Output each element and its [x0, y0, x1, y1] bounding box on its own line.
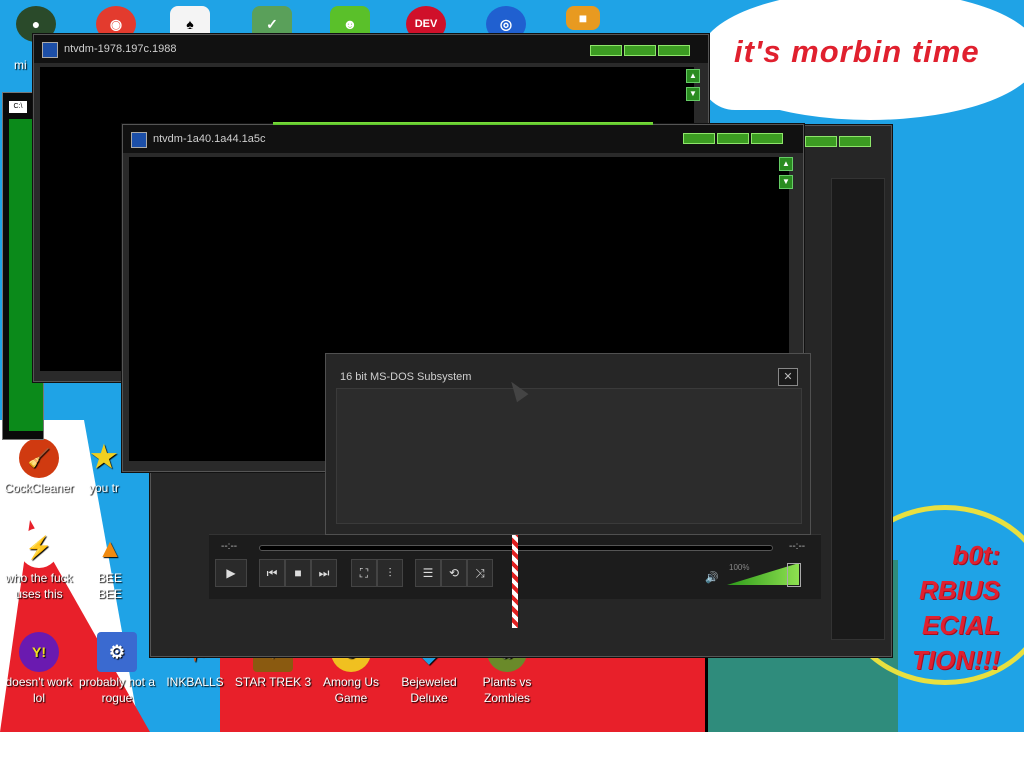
fullscreen-icon: ⛶ [359, 565, 369, 580]
volume-percent: 100% [729, 563, 750, 572]
gear-glyph: ⚙ [108, 642, 126, 662]
inkballs-label: INKBALLS [166, 675, 224, 689]
maximize-button[interactable] [624, 45, 656, 56]
playlist-button[interactable]: ☰ [415, 559, 441, 587]
solitaire-glyph: ♠ [186, 16, 194, 32]
repeat-icon: ⟲ [448, 566, 460, 580]
cockcleaner-label: CockCleaner [4, 481, 74, 495]
player-maximize-button[interactable] [805, 136, 837, 147]
scroll-down-button-front[interactable]: ▼ [779, 175, 793, 189]
chrome-glyph: ◉ [109, 15, 123, 32]
lightning-glyph: ⚡ [25, 535, 53, 560]
window-controls [590, 45, 690, 56]
speaker-icon[interactable]: 🔊 [705, 571, 719, 584]
desktop-icon-doesnt-work[interactable]: Y! doesn't work lol [0, 632, 78, 706]
vlc-glyph: ▲ [97, 533, 123, 563]
star-trek-label: STAR TREK 3 [234, 675, 312, 689]
previous-icon: ⏮ [266, 565, 278, 580]
yahoo-messenger-icon: Y! [19, 632, 59, 672]
star-icon: ★ [84, 438, 124, 478]
among-us-label: Among Us Game [322, 675, 380, 705]
window-title: ntvdm-1978.197c.1988 [64, 43, 177, 55]
minimize-button[interactable] [590, 45, 622, 56]
angry-birds-glyph: ☻ [342, 16, 358, 32]
equalizer-icon: ⫶ [388, 565, 392, 580]
close-icon: ✕ [783, 371, 793, 383]
console-icon: C:\ [9, 101, 27, 113]
mi-glyph: ● [31, 16, 41, 32]
lightning-icon: ⚡ [19, 528, 59, 568]
equalizer-button[interactable]: ⫶ [377, 559, 403, 587]
mi-label: mi [14, 58, 27, 72]
window-controls-front [683, 133, 783, 144]
vlc-cone-icon: ▲ [90, 528, 130, 568]
star-glyph: ★ [90, 441, 118, 474]
close-button-front[interactable] [751, 133, 783, 144]
window-title-front: ntvdm-1a40.1a44.1a5c [153, 133, 266, 145]
yahoo-glyph: Y! [32, 644, 46, 660]
elapsed-time: --:-- [221, 541, 238, 552]
candy-cane-stripe [512, 534, 518, 628]
stop-icon: ■ [294, 566, 302, 580]
next-button[interactable]: ⏭ [311, 559, 337, 587]
gear-icon: ⚙ [97, 632, 137, 672]
target-glyph: ◎ [499, 15, 513, 32]
desktop-icon-bee[interactable]: ▲ BEE BEE [86, 528, 134, 602]
stop-button[interactable]: ■ [285, 559, 311, 587]
dev-glyph: DEV [414, 18, 438, 30]
rogue-label: probably not a rogue [78, 675, 156, 705]
repeat-button[interactable]: ⟲ [441, 559, 467, 587]
playlist-icon: ☰ [422, 566, 434, 580]
desktop-icon-who-uses-this[interactable]: ⚡ who the fuck uses this [0, 528, 78, 602]
shield-glyph: ✓ [266, 15, 278, 32]
desktop-icon-you-tr[interactable]: ★ you tr [80, 438, 128, 496]
bejeweled-label: Bejeweled Deluxe [401, 675, 457, 705]
scroll-up-button[interactable]: ▲ [686, 69, 700, 83]
box-glyph: ■ [578, 10, 588, 26]
banner-text: it's morbin time [734, 34, 980, 69]
shuffle-button[interactable]: ⤨ [467, 559, 493, 587]
bottom-strip [0, 732, 1024, 768]
you-tr-label: you tr [88, 481, 119, 495]
shuffle-icon: ⤨ [475, 565, 485, 580]
fullscreen-button[interactable]: ⛶ [351, 559, 377, 587]
box-icon[interactable]: ■ [566, 6, 600, 30]
msdos-subsystem-dialog[interactable]: 16 bit MS-DOS Subsystem ✕ [325, 353, 811, 535]
dialog-body [336, 388, 802, 524]
close-button[interactable] [658, 45, 690, 56]
cockcleaner-icon: 🧹 [19, 438, 59, 478]
play-button[interactable]: ▶ [215, 559, 247, 587]
volume-handle[interactable] [787, 563, 801, 587]
play-icon: ▶ [226, 566, 236, 580]
desktop-icon-rogue[interactable]: ⚙ probably not a rogue [78, 632, 156, 706]
player-side-panel [831, 178, 885, 640]
bee-label: BEE BEE [97, 571, 122, 601]
desktop-icon-cockcleaner[interactable]: 🧹 CockCleaner [0, 438, 78, 496]
maximize-button-front[interactable] [717, 133, 749, 144]
scroll-up-button-front[interactable]: ▲ [779, 157, 793, 171]
minimize-button-front[interactable] [683, 133, 715, 144]
system-menu-icon[interactable] [42, 42, 58, 58]
plants-vs-zombies-label: Plants vs Zombies [482, 675, 532, 705]
cockcleaner-glyph: 🧹 [27, 448, 51, 468]
player-close-button[interactable] [839, 136, 871, 147]
system-menu-icon-front[interactable] [131, 132, 147, 148]
previous-button[interactable]: ⏮ [259, 559, 285, 587]
total-time: --:-- [789, 541, 806, 552]
next-icon: ⏭ [318, 565, 330, 580]
doesnt-work-label: doesn't work lol [5, 675, 73, 705]
dialog-close-button[interactable]: ✕ [778, 368, 798, 386]
scroll-down-button[interactable]: ▼ [686, 87, 700, 101]
dialog-title: 16 bit MS-DOS Subsystem [340, 371, 472, 383]
who-uses-this-label: who the fuck uses this [5, 571, 73, 601]
